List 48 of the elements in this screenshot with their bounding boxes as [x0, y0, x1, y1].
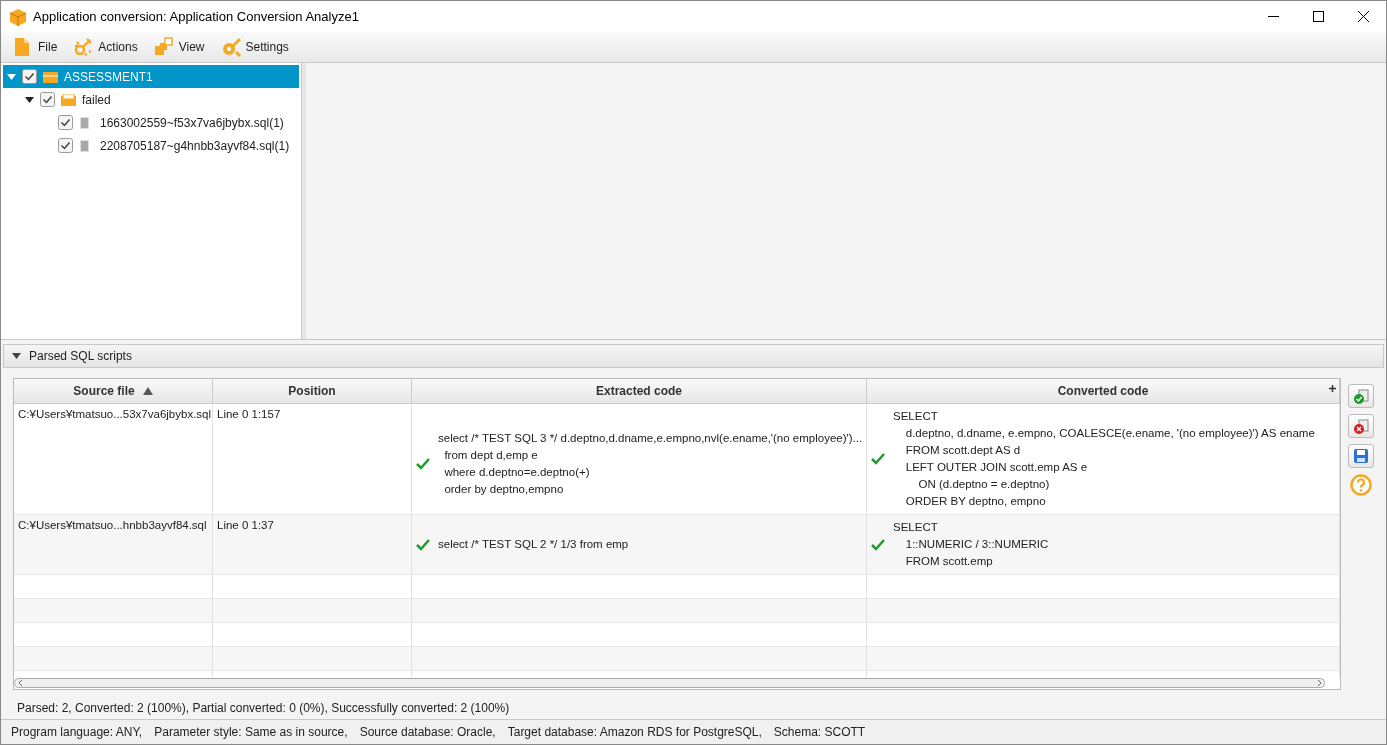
- wrench-icon: [220, 37, 241, 57]
- folder-icon: [61, 93, 76, 106]
- code-text: select /* TEST SQL 2 */ 1/3 from emp: [438, 537, 629, 552]
- code-text: SELECT d.deptno, d.dname, e.empno, COALESCE(e.ename, '(no employee)') AS ename FROM scott.dept AS d LEFT OUTER JOIN scott.emp AS e ON (d.deptno = e.deptno) ORDER BY deptno, empno: [893, 409, 1315, 509]
- folder-icon: [43, 70, 58, 83]
- tree-item-label[interactable]: failed: [82, 92, 111, 107]
- column-header[interactable]: Source file: [14, 379, 213, 404]
- close-icon[interactable]: [1358, 11, 1369, 22]
- code-text: SELECT 1::NUMERIC / 3::NUMERIC FROM scott.emp: [893, 520, 1049, 569]
- windows-icon: [153, 37, 174, 57]
- panel-title: Parsed SQL scripts: [29, 349, 132, 363]
- column-header[interactable]: Extracted code: [412, 379, 867, 404]
- add-column-icon[interactable]: [1329, 385, 1336, 392]
- panel-header[interactable]: Parsed SQL scripts: [3, 344, 1384, 368]
- table-cell: C:¥Users¥tmatsuo...hnbb3ayvf84.sql: [18, 519, 207, 531]
- menu-item[interactable]: Actions: [67, 35, 144, 59]
- status-text: Schema: SCOTT: [773, 725, 866, 739]
- menu-item[interactable]: Settings: [214, 35, 295, 59]
- menu-item[interactable]: View: [147, 35, 211, 59]
- checkbox[interactable]: [22, 69, 37, 84]
- maximize-icon[interactable]: [1313, 11, 1324, 22]
- table-cell: Line 0 1:157: [217, 408, 281, 420]
- summary-text: Parsed: 2, Converted: 2 (100%), Partial converted: 0 (0%), Successfully converted: 2 (100%): [16, 700, 511, 717]
- window-title: Application conversion: Application Conversion Analyze1: [33, 9, 360, 24]
- column-header[interactable]: Converted code: [867, 379, 1340, 404]
- status-text: Source database: Oracle,: [359, 725, 496, 739]
- column-header[interactable]: Position: [213, 379, 412, 404]
- table-cell: C:¥Users¥tmatsuo...53x7va6jbybx.sql: [18, 408, 212, 420]
- status-text: Program language: ANY,: [11, 725, 143, 739]
- status-text: Parameter style: Same as in source,: [154, 725, 348, 739]
- reject-all-icon: [1353, 418, 1369, 434]
- code-text: select /* TEST SQL 3 */ d.deptno,d.dname,e.empno,nvl(e.ename,'(no employee)')... from dept d,emp e where d.deptno=e.deptno(+) order by deptno,empno: [438, 431, 863, 497]
- save-icon: [1353, 448, 1369, 464]
- checkbox[interactable]: [58, 138, 73, 153]
- menu-item[interactable]: File: [7, 35, 64, 59]
- toolbar-button[interactable]: [1348, 444, 1374, 468]
- app-icon: [9, 7, 27, 26]
- checkbox[interactable]: [58, 115, 73, 130]
- expand-toggle-icon[interactable]: [7, 72, 16, 81]
- accept-all-icon: [1353, 388, 1369, 404]
- toolbar-button[interactable]: [1348, 414, 1374, 438]
- status-text: Target database: Amazon RDS for PostgreSQL,: [507, 725, 762, 739]
- tree-item-label[interactable]: 2208705187~g4hnbb3ayvf84.sql(1): [100, 138, 290, 153]
- toolbar-button[interactable]: [1348, 384, 1374, 408]
- checkbox[interactable]: [40, 92, 55, 107]
- tree-item-label[interactable]: 1663002559~f53x7va6jbybx.sql(1): [100, 115, 284, 130]
- table-cell: Line 0 1:37: [217, 519, 274, 531]
- expand-toggle-icon[interactable]: [25, 95, 34, 104]
